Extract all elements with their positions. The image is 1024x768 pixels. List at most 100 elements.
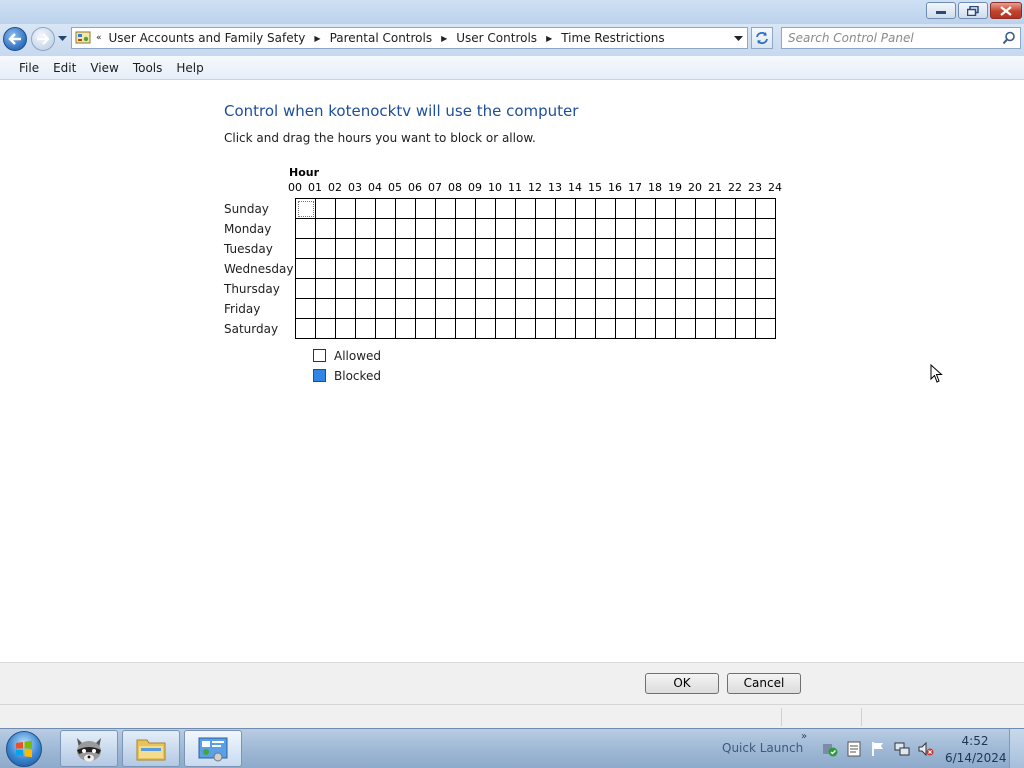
hour-cell[interactable]: [575, 278, 596, 299]
hour-cell[interactable]: [575, 318, 596, 339]
hour-cell[interactable]: [575, 198, 596, 219]
hour-cell[interactable]: [655, 298, 676, 319]
hour-cell[interactable]: [615, 238, 636, 259]
breadcrumb-separator-icon[interactable]: ▶: [441, 34, 447, 43]
hour-cell[interactable]: [395, 258, 416, 279]
volume-muted-icon[interactable]: [918, 741, 934, 757]
hour-cell[interactable]: [475, 238, 496, 259]
hour-cell[interactable]: [375, 258, 396, 279]
hour-cell[interactable]: [375, 198, 396, 219]
hour-cell[interactable]: [575, 218, 596, 239]
address-history-dropdown[interactable]: [731, 32, 745, 46]
minimize-button[interactable]: [926, 2, 956, 19]
hour-cell[interactable]: [295, 218, 316, 239]
hour-cell[interactable]: [715, 318, 736, 339]
hour-cell[interactable]: [715, 218, 736, 239]
hour-cell[interactable]: [435, 318, 456, 339]
hour-cell[interactable]: [615, 258, 636, 279]
hour-cell[interactable]: [695, 318, 716, 339]
hour-cell[interactable]: [355, 198, 376, 219]
hour-cell[interactable]: [475, 278, 496, 299]
hour-cell[interactable]: [395, 278, 416, 299]
hour-cell[interactable]: [395, 218, 416, 239]
notes-tray-icon[interactable]: [846, 741, 862, 757]
taskbar-app-raccoon[interactable]: [60, 730, 118, 767]
hour-cell[interactable]: [315, 278, 336, 299]
hour-cell[interactable]: [515, 278, 536, 299]
hour-cell[interactable]: [415, 218, 436, 239]
hour-cell[interactable]: [495, 318, 516, 339]
hour-cell[interactable]: [475, 298, 496, 319]
hour-cell[interactable]: [295, 238, 316, 259]
hour-cell[interactable]: [695, 218, 716, 239]
hour-cell[interactable]: [675, 258, 696, 279]
hour-cell[interactable]: [315, 298, 336, 319]
hour-cell[interactable]: [355, 318, 376, 339]
hour-cell[interactable]: [595, 238, 616, 259]
hour-cell[interactable]: [715, 198, 736, 219]
hour-cell[interactable]: [355, 238, 376, 259]
ok-button[interactable]: OK: [645, 673, 719, 694]
hour-cell[interactable]: [695, 238, 716, 259]
hour-cell[interactable]: [355, 258, 376, 279]
menu-file[interactable]: File: [12, 61, 46, 75]
clock-time[interactable]: 4:52: [951, 734, 999, 748]
hour-cell[interactable]: [375, 298, 396, 319]
hour-cell[interactable]: [695, 298, 716, 319]
hour-cell[interactable]: [635, 278, 656, 299]
hour-cell[interactable]: [495, 278, 516, 299]
hour-cell[interactable]: [455, 318, 476, 339]
hour-cell[interactable]: [595, 298, 616, 319]
hour-cell[interactable]: [635, 218, 656, 239]
hour-cell[interactable]: [595, 258, 616, 279]
hour-cell[interactable]: [655, 278, 676, 299]
hour-cell[interactable]: [695, 278, 716, 299]
hour-cell[interactable]: [735, 238, 756, 259]
hour-cell[interactable]: [455, 298, 476, 319]
hour-cell[interactable]: [735, 318, 756, 339]
hour-cell[interactable]: [415, 238, 436, 259]
hour-cell[interactable]: [675, 278, 696, 299]
hour-cell[interactable]: [515, 298, 536, 319]
hour-cell[interactable]: [595, 218, 616, 239]
hour-cell[interactable]: [695, 198, 716, 219]
hour-cell[interactable]: [735, 198, 756, 219]
menu-edit[interactable]: Edit: [46, 61, 83, 75]
hour-cell[interactable]: [415, 278, 436, 299]
hour-cell[interactable]: [515, 318, 536, 339]
hour-cell[interactable]: [535, 278, 556, 299]
hour-cell[interactable]: [375, 218, 396, 239]
address-bar[interactable]: « User Accounts and Family Safety ▶ Pare…: [71, 27, 748, 49]
quick-launch-expand-icon[interactable]: »: [801, 731, 807, 742]
breadcrumb-user-controls[interactable]: User Controls: [456, 31, 537, 45]
hour-cell[interactable]: [335, 318, 356, 339]
hour-cell[interactable]: [435, 258, 456, 279]
hour-cell[interactable]: [615, 298, 636, 319]
hour-cell[interactable]: [335, 298, 356, 319]
hour-cell[interactable]: [295, 278, 316, 299]
hour-cell[interactable]: [315, 238, 336, 259]
hour-cell[interactable]: [475, 218, 496, 239]
hour-cell[interactable]: [715, 258, 736, 279]
clock-date[interactable]: 6/14/2024: [945, 751, 1007, 765]
hour-cell[interactable]: [455, 258, 476, 279]
hour-cell[interactable]: [315, 258, 336, 279]
hour-cell[interactable]: [515, 238, 536, 259]
hour-cell[interactable]: [655, 218, 676, 239]
hour-cell[interactable]: [575, 258, 596, 279]
action-center-flag-icon[interactable]: [870, 741, 886, 757]
hour-cell[interactable]: [575, 298, 596, 319]
hour-cell[interactable]: [735, 218, 756, 239]
hour-cell[interactable]: [655, 258, 676, 279]
close-button[interactable]: [990, 2, 1022, 19]
refresh-button[interactable]: [751, 27, 773, 49]
hour-cell[interactable]: [615, 318, 636, 339]
forward-button[interactable]: [31, 27, 55, 51]
hour-cell[interactable]: [555, 258, 576, 279]
hour-cell[interactable]: [455, 278, 476, 299]
hour-cell[interactable]: [535, 198, 556, 219]
hour-cell[interactable]: [335, 198, 356, 219]
hour-cell[interactable]: [715, 278, 736, 299]
breadcrumb-separator-icon[interactable]: ▶: [314, 34, 320, 43]
hour-cell[interactable]: [735, 298, 756, 319]
